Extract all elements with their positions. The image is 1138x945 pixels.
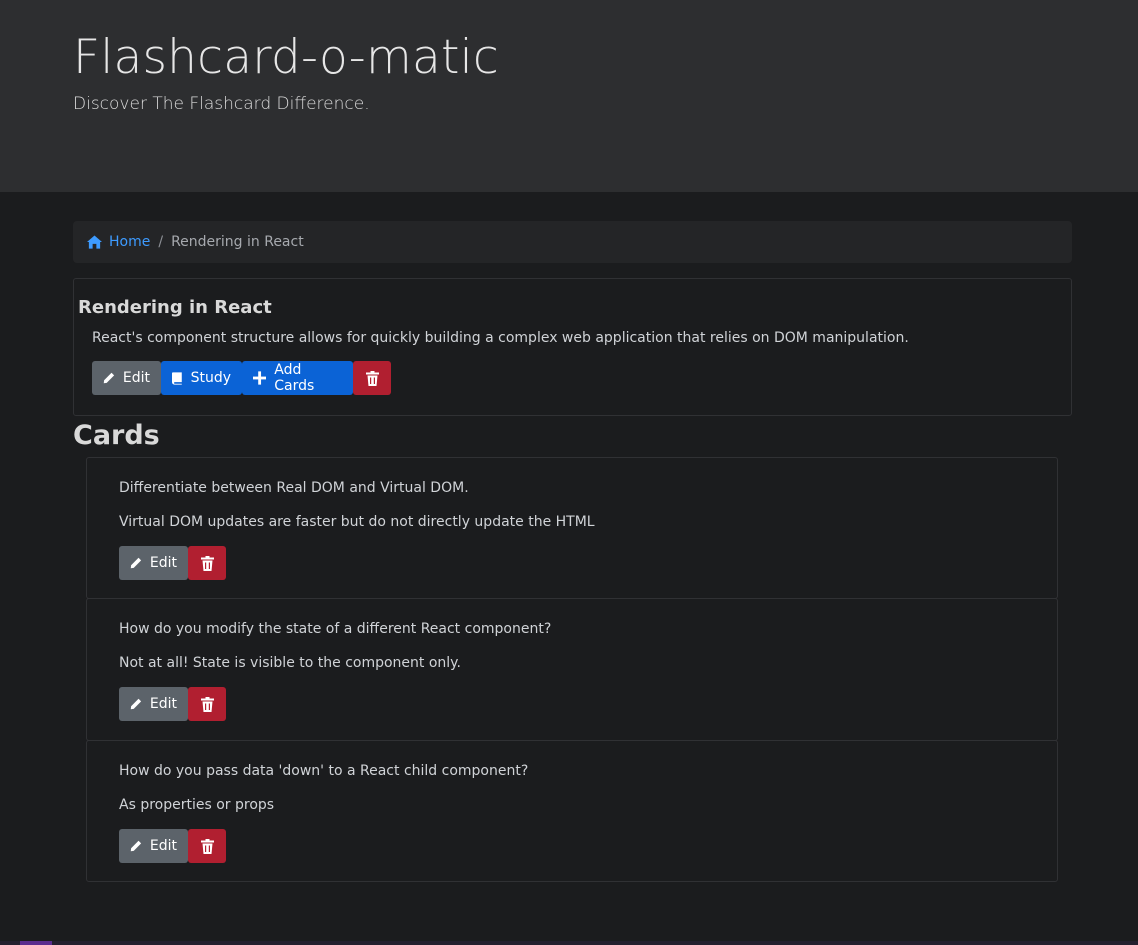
card-back: As properties or props — [119, 797, 275, 813]
cards-list: Differentiate between Real DOM and Virtu… — [86, 457, 1058, 882]
site-header: Flashcard-o-matic Discover The Flashcard… — [0, 0, 1138, 192]
card-item: How do you pass data 'down' to a React c… — [86, 740, 1058, 882]
delete-card-button[interactable] — [188, 546, 226, 580]
edit-card-button[interactable]: Edit — [119, 829, 188, 863]
taskbar-accent — [20, 941, 52, 945]
window-bottom-edge — [0, 941, 1138, 945]
study-label: Study — [190, 370, 231, 386]
card-back: Not at all! State is visible to the comp… — [119, 655, 461, 671]
card-actions: Edit — [119, 687, 1057, 721]
main-container: Home / Rendering in React Rendering in R… — [73, 221, 1072, 882]
edit-card-label: Edit — [149, 555, 177, 571]
breadcrumb: Home / Rendering in React — [73, 221, 1072, 263]
delete-card-button[interactable] — [188, 687, 226, 721]
card-front: Differentiate between Real DOM and Virtu… — [119, 480, 469, 496]
edit-card-label: Edit — [149, 696, 177, 712]
breadcrumb-separator: / — [158, 234, 164, 250]
breadcrumb-home-label[interactable]: Home — [109, 234, 150, 250]
edit-card-label: Edit — [149, 838, 177, 854]
pencil-icon — [130, 840, 142, 852]
pencil-icon — [103, 372, 115, 384]
add-cards-button[interactable]: Add Cards — [242, 361, 353, 395]
card-actions: Edit — [119, 546, 1057, 580]
plus-icon — [253, 371, 267, 385]
app-title: Flashcard-o-matic — [73, 30, 499, 85]
deck-actions: Edit Study Add Cards — [92, 361, 1071, 395]
trash-icon — [200, 696, 214, 712]
deck-title: Rendering in React — [78, 297, 272, 318]
add-cards-label: Add Cards — [274, 362, 315, 394]
breadcrumb-current: Rendering in React — [171, 234, 304, 250]
trash-icon — [200, 838, 214, 854]
edit-card-button[interactable]: Edit — [119, 546, 188, 580]
edit-deck-label: Edit — [122, 370, 150, 386]
edit-card-button[interactable]: Edit — [119, 687, 188, 721]
pencil-icon — [130, 557, 142, 569]
trash-icon — [200, 555, 214, 571]
app-subtitle: Discover The Flashcard Difference. — [73, 94, 370, 114]
house-icon — [87, 235, 102, 249]
study-button[interactable]: Study — [161, 361, 242, 395]
card-front: How do you pass data 'down' to a React c… — [119, 763, 529, 779]
breadcrumb-home-link[interactable]: Home — [87, 234, 150, 250]
trash-icon — [365, 370, 379, 386]
cards-heading: Cards — [73, 420, 160, 451]
pencil-icon — [130, 698, 142, 710]
delete-card-button[interactable] — [188, 829, 226, 863]
card-back: Virtual DOM updates are faster but do no… — [119, 514, 595, 530]
card-actions: Edit — [119, 829, 1057, 863]
deck-description: React's component structure allows for q… — [92, 330, 909, 346]
book-icon — [172, 371, 182, 385]
deck-panel: Rendering in React React's component str… — [73, 278, 1072, 416]
edit-deck-button[interactable]: Edit — [92, 361, 161, 395]
card-front: How do you modify the state of a differe… — [119, 621, 552, 637]
card-item: Differentiate between Real DOM and Virtu… — [86, 457, 1058, 599]
delete-deck-button[interactable] — [353, 361, 391, 395]
card-item: How do you modify the state of a differe… — [86, 598, 1058, 741]
